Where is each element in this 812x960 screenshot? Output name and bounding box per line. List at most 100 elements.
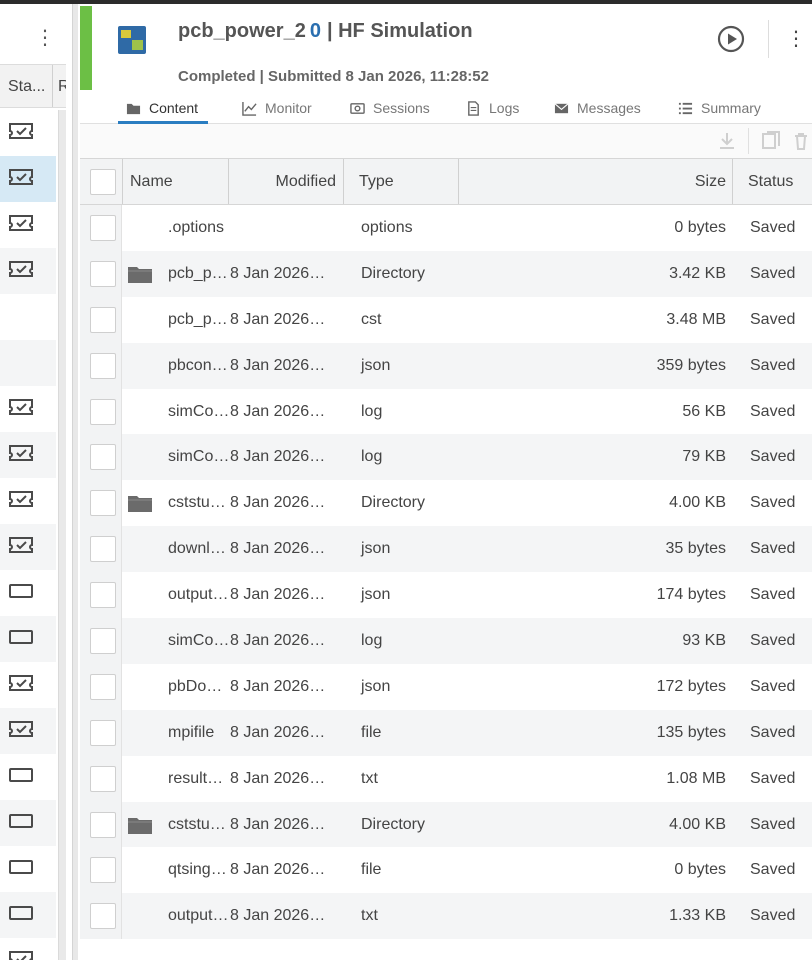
file-name[interactable]: mpifile <box>168 724 230 742</box>
table-row[interactable]: cststudio8 Jan 2026, 11:28 Directory 4.00 … <box>80 480 812 527</box>
file-name[interactable]: pcb_power_2.cst <box>168 311 230 329</box>
job-list-item[interactable] <box>0 386 56 432</box>
folder-icon <box>128 494 152 513</box>
table-row[interactable]: pcb_power_2.cst8 Jan 2026, 11:28 cst 3.48 … <box>80 296 812 343</box>
toolbar-divider <box>748 128 749 154</box>
job-list-item[interactable] <box>0 294 56 340</box>
row-checkbox[interactable] <box>90 490 116 517</box>
job-list-item[interactable] <box>0 478 56 524</box>
table-row[interactable]: pcb_power_28 Jan 2026, 11:28 Directory 3.4… <box>80 250 812 297</box>
table-row[interactable]: simCore.log8 Jan 2026, 11:28 log 93 KB Save… <box>80 618 812 664</box>
job-list-item[interactable] <box>0 708 56 754</box>
file-name[interactable]: pbDone.json <box>168 678 230 696</box>
row-checkbox[interactable] <box>90 582 116 609</box>
column-divider[interactable] <box>122 159 123 204</box>
row-checkbox[interactable] <box>90 444 116 471</box>
job-list-item[interactable] <box>0 110 56 156</box>
column-divider[interactable] <box>343 159 344 204</box>
job-count-badge[interactable]: 0 <box>310 20 321 42</box>
file-name[interactable]: download.json <box>168 540 230 558</box>
job-list-item[interactable] <box>0 800 56 846</box>
job-list-item[interactable] <box>0 892 56 938</box>
tab-monitor[interactable]: Monitor <box>242 92 312 124</box>
column-header-modified[interactable]: Modified <box>230 159 336 204</box>
file-name[interactable]: output.txt <box>168 907 230 925</box>
job-list-item[interactable] <box>0 846 56 892</box>
table-row[interactable]: results.txt8 Jan 2026, 11:28 txt 1.08 MB Sa… <box>80 755 812 802</box>
file-name[interactable]: pbconfig.json <box>168 357 230 375</box>
row-checkbox[interactable] <box>90 765 116 792</box>
row-checkbox[interactable] <box>90 811 116 838</box>
column-header-name[interactable]: Name <box>130 159 173 204</box>
job-list-item[interactable] <box>0 340 56 386</box>
delete-icon[interactable] <box>790 130 812 152</box>
job-list-item[interactable] <box>0 570 56 616</box>
job-list-item[interactable] <box>0 616 56 662</box>
file-name[interactable]: cststudio <box>168 494 230 512</box>
kebab-menu-icon[interactable]: ⋮ <box>30 22 60 52</box>
job-list-item[interactable] <box>0 754 56 800</box>
table-row[interactable]: qtsingleapp8 Jan 2026, 11:28 file 0 bytes S… <box>80 847 812 894</box>
table-row[interactable]: pbconfig.json8 Jan 2026, 11:28 json 359 by… <box>80 342 812 389</box>
play-icon[interactable] <box>716 24 746 54</box>
column-header-size[interactable]: Size <box>460 159 726 204</box>
row-checkbox[interactable] <box>90 628 116 655</box>
file-name[interactable]: simCore.log <box>168 632 230 650</box>
column-divider[interactable] <box>52 65 53 107</box>
tab-logs[interactable]: Logs <box>466 92 519 124</box>
table-row[interactable]: simCommand.log8 Jan 2026, 11:28 log 56 KB S… <box>80 388 812 435</box>
table-row[interactable]: simConsole.log8 Jan 2026, 11:28 log 79 KB S… <box>80 434 812 481</box>
table-row[interactable]: download.json8 Jan 2026, 11:28 json 35 byt… <box>80 526 812 573</box>
tab-sessions[interactable]: Sessions <box>350 92 430 124</box>
table-row[interactable]: mpifile8 Jan 2026, 11:28 file 135 bytes Sav… <box>80 709 812 756</box>
column-header-r[interactable]: R <box>58 78 66 96</box>
row-checkbox-cell <box>80 342 122 389</box>
column-header-type[interactable]: Type <box>359 159 394 204</box>
column-header-status[interactable]: Status <box>748 159 793 204</box>
row-checkbox[interactable] <box>90 215 116 241</box>
job-list-item[interactable] <box>0 248 56 294</box>
table-row[interactable]: .options options 0 bytes Saved <box>80 205 812 251</box>
job-list-scrollbar[interactable] <box>58 110 66 960</box>
file-name[interactable]: simConsole.log <box>168 448 230 466</box>
file-name[interactable]: cststudio_2 <box>168 816 230 834</box>
tab-content[interactable]: Content <box>118 92 209 124</box>
panel-resize-handle[interactable] <box>72 4 78 960</box>
job-list-item[interactable] <box>0 524 56 570</box>
row-checkbox[interactable] <box>90 260 116 287</box>
column-divider[interactable] <box>228 159 229 204</box>
compare-files-icon[interactable] <box>760 130 782 152</box>
more-options-icon[interactable]: ⋮ <box>784 26 808 54</box>
select-all-checkbox[interactable] <box>90 159 116 204</box>
tab-messages[interactable]: Messages <box>554 92 641 124</box>
row-checkbox[interactable] <box>90 306 116 333</box>
job-list-item[interactable] <box>0 202 56 248</box>
job-list-item[interactable] <box>0 156 56 202</box>
job-list-item[interactable] <box>0 938 56 960</box>
row-checkbox[interactable] <box>90 673 116 700</box>
row-checkbox[interactable] <box>90 719 116 746</box>
table-row[interactable]: output.txt8 Jan 2026, 11:28 txt 1.33 KB Sav… <box>80 893 812 940</box>
column-divider[interactable] <box>732 159 733 204</box>
row-checkbox[interactable] <box>90 352 116 379</box>
job-list-item[interactable] <box>0 662 56 708</box>
row-checkbox[interactable] <box>90 398 116 425</box>
file-name[interactable]: output.json <box>168 586 230 604</box>
file-name[interactable]: pcb_power_2 <box>168 265 230 283</box>
file-name[interactable]: simCommand.log <box>168 403 230 421</box>
row-checkbox[interactable] <box>90 536 116 563</box>
row-checkbox[interactable] <box>90 903 116 930</box>
column-header-status[interactable]: Sta... <box>8 78 45 96</box>
column-divider[interactable] <box>458 159 459 204</box>
row-checkbox[interactable] <box>90 857 116 884</box>
file-name[interactable]: .options <box>168 219 230 237</box>
file-name[interactable]: qtsingleapp <box>168 861 230 879</box>
job-list-item[interactable] <box>0 432 56 478</box>
file-name[interactable]: results.txt <box>168 770 230 788</box>
tab-summary[interactable]: Summary <box>678 92 761 124</box>
table-row[interactable]: output.json8 Jan 2026, 11:28 json 174 byte… <box>80 572 812 619</box>
download-icon[interactable] <box>716 130 738 152</box>
table-row[interactable]: cststudio_28 Jan 2026, 11:28 Directory 4.0… <box>80 801 812 848</box>
table-row[interactable]: pbDone.json8 Jan 2026, 11:28 json 172 byte… <box>80 663 812 710</box>
file-status: Saved <box>750 494 796 512</box>
